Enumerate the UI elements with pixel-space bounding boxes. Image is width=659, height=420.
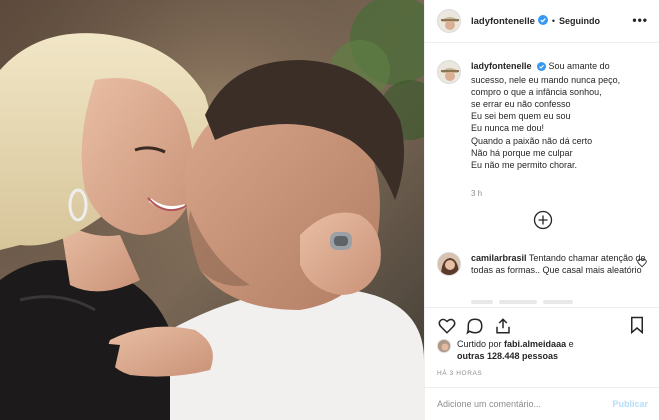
author-avatar[interactable]	[437, 9, 461, 33]
comment-bubble-icon	[466, 318, 483, 335]
post-photo[interactable]	[0, 0, 424, 420]
instagram-post: ladyfontenelle • Seguindo ••• ladyfonten…	[0, 0, 659, 420]
share-icon	[496, 318, 510, 334]
caption-text: ladyfontenelle Sou amante do sucesso, ne…	[471, 60, 620, 171]
liker-avatar[interactable]	[437, 339, 451, 353]
caption-line: sucesso, nele eu mando nunca peço,	[471, 75, 621, 86]
likes-prefix: Curtido por	[457, 339, 502, 349]
comment-text-block: camilarbrasil Tentando chamar atenção de…	[471, 252, 652, 276]
caption-line: Eu não me permito chorar.	[471, 159, 578, 170]
following-button[interactable]: Seguindo	[559, 16, 600, 26]
heart-icon	[438, 318, 456, 334]
verified-badge-icon	[537, 62, 547, 74]
caption-line: Eu sei bem quem eu sou	[471, 111, 571, 122]
avatar-image	[438, 340, 450, 352]
comment-like-heart-icon[interactable]	[637, 258, 647, 270]
avatar-image	[438, 61, 460, 83]
avatar-image	[438, 10, 460, 32]
avatar-image	[438, 253, 460, 275]
load-more-comments-icon[interactable]	[533, 210, 553, 232]
caption-line: se errar eu não confesso	[471, 99, 571, 110]
caption-line: Eu nunca me dou!	[471, 123, 545, 134]
bookmark-icon	[631, 316, 643, 334]
save-button[interactable]	[623, 311, 651, 339]
caption-time[interactable]: 3 h	[471, 189, 482, 198]
comment-button[interactable]	[461, 312, 489, 340]
likes-connector: e	[568, 339, 574, 349]
comment-input[interactable]	[437, 399, 613, 409]
caption-line: Quando a paixão não dá certo	[471, 135, 593, 146]
likes-text: Curtido por fabi.almeidaaa e outras 128.…	[457, 338, 574, 362]
caption-line: Sou amante do	[548, 61, 610, 71]
add-comment-bar: Publicar	[425, 387, 659, 420]
caption-author-avatar[interactable]	[437, 60, 461, 84]
post-header: ladyfontenelle • Seguindo •••	[425, 0, 659, 43]
share-button[interactable]	[489, 312, 517, 340]
likes-count-link[interactable]: outras 128.448 pessoas	[457, 351, 558, 361]
publish-button[interactable]: Publicar	[612, 399, 648, 409]
commenter-username[interactable]: camilarbrasil	[471, 253, 527, 263]
caption-username[interactable]: ladyfontenelle	[471, 61, 532, 71]
comment-item: camilarbrasil Tentando chamar atenção de…	[437, 252, 652, 276]
scrolled-comment-fade	[471, 298, 621, 307]
more-options-icon[interactable]: •••	[632, 13, 648, 27]
header-separator: •	[551, 16, 556, 26]
verified-badge-icon	[537, 15, 548, 27]
likes-summary: Curtido por fabi.almeidaaa e outras 128.…	[437, 338, 652, 362]
liker-username[interactable]: fabi.almeidaaa	[504, 339, 566, 349]
post-caption: ladyfontenelle Sou amante do sucesso, ne…	[437, 60, 652, 171]
like-button[interactable]	[433, 312, 461, 340]
caption-line: Não há porque me culpar	[471, 147, 573, 158]
couple-kissing-photo	[0, 0, 424, 420]
post-timestamp[interactable]: HÁ 3 HORAS	[437, 370, 482, 377]
author-username[interactable]: ladyfontenelle	[471, 16, 535, 27]
caption-line: compro o que a infância sonhou,	[471, 87, 602, 98]
commenter-avatar[interactable]	[437, 252, 461, 276]
